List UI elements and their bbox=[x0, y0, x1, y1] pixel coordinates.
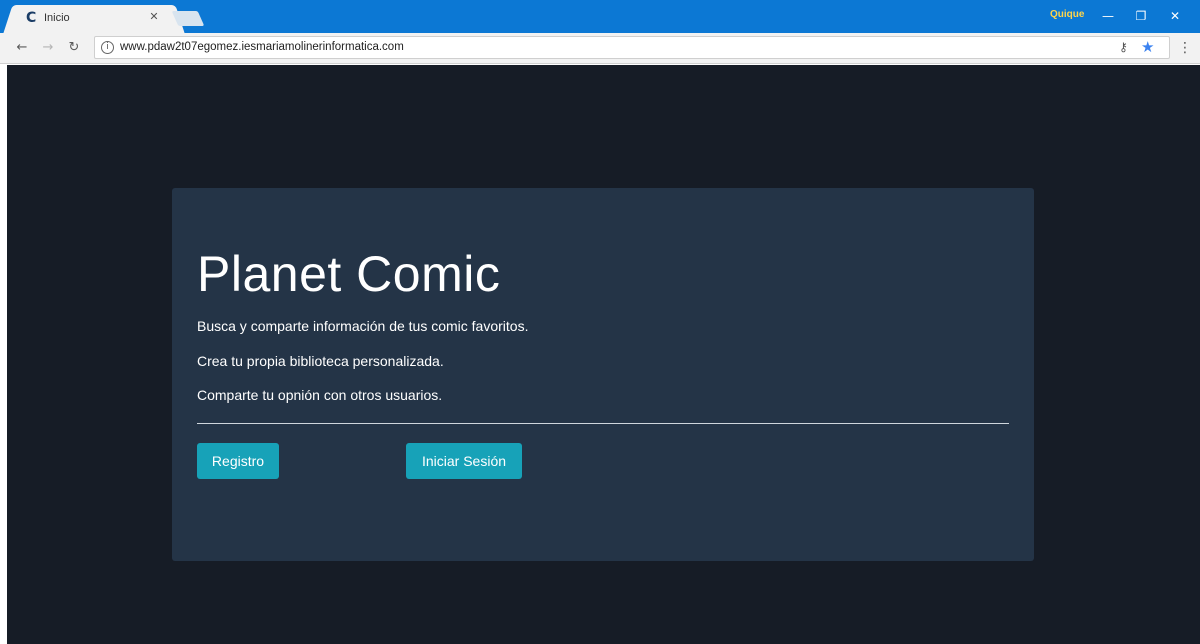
page-viewport: Planet Comic Busca y comparte informació… bbox=[7, 65, 1200, 644]
profile-name[interactable]: Quique bbox=[1050, 9, 1084, 20]
url-text[interactable]: www.pdaw2t07egomez.iesmariamolinerinform… bbox=[120, 41, 404, 53]
register-button[interactable]: Registro bbox=[197, 443, 279, 479]
intro-line: Busca y comparte información de tus comi… bbox=[197, 318, 529, 334]
tab-title: Inicio bbox=[44, 12, 70, 24]
reload-icon[interactable]: ↻ bbox=[64, 38, 84, 58]
back-arrow-icon[interactable]: ← bbox=[12, 38, 32, 58]
menu-icon[interactable]: ⋮ bbox=[1178, 38, 1192, 58]
maximize-icon[interactable]: ❐ bbox=[1129, 6, 1153, 26]
minimize-icon[interactable]: — bbox=[1096, 6, 1120, 26]
star-icon[interactable]: ★ bbox=[1141, 38, 1154, 56]
info-icon[interactable]: i bbox=[101, 41, 114, 54]
close-icon[interactable]: ✕ bbox=[1163, 6, 1187, 26]
browser-toolbar: ← → ↻ i www.pdaw2t07egomez.iesmariamolin… bbox=[0, 33, 1200, 64]
browser-titlebar: C Inicio ✕ Quique — ❐ ✕ bbox=[0, 0, 1200, 33]
divider bbox=[197, 423, 1009, 424]
site-favicon-icon: C bbox=[26, 10, 37, 26]
intro-line: Crea tu propia biblioteca personalizada. bbox=[197, 353, 444, 369]
new-tab-button[interactable] bbox=[171, 11, 205, 26]
browser-tab[interactable]: C Inicio ✕ bbox=[18, 5, 170, 33]
login-button[interactable]: Iniciar Sesión bbox=[406, 443, 522, 479]
hero-panel: Planet Comic Busca y comparte informació… bbox=[172, 188, 1034, 561]
tab-close-icon[interactable]: ✕ bbox=[146, 9, 162, 25]
page-title: Planet Comic bbox=[197, 246, 501, 302]
key-icon[interactable]: ⚷ bbox=[1119, 40, 1128, 54]
forward-arrow-icon[interactable]: → bbox=[38, 38, 58, 58]
address-bar[interactable]: i www.pdaw2t07egomez.iesmariamolinerinfo… bbox=[94, 36, 1170, 59]
intro-line: Comparte tu opnión con otros usuarios. bbox=[197, 387, 443, 403]
